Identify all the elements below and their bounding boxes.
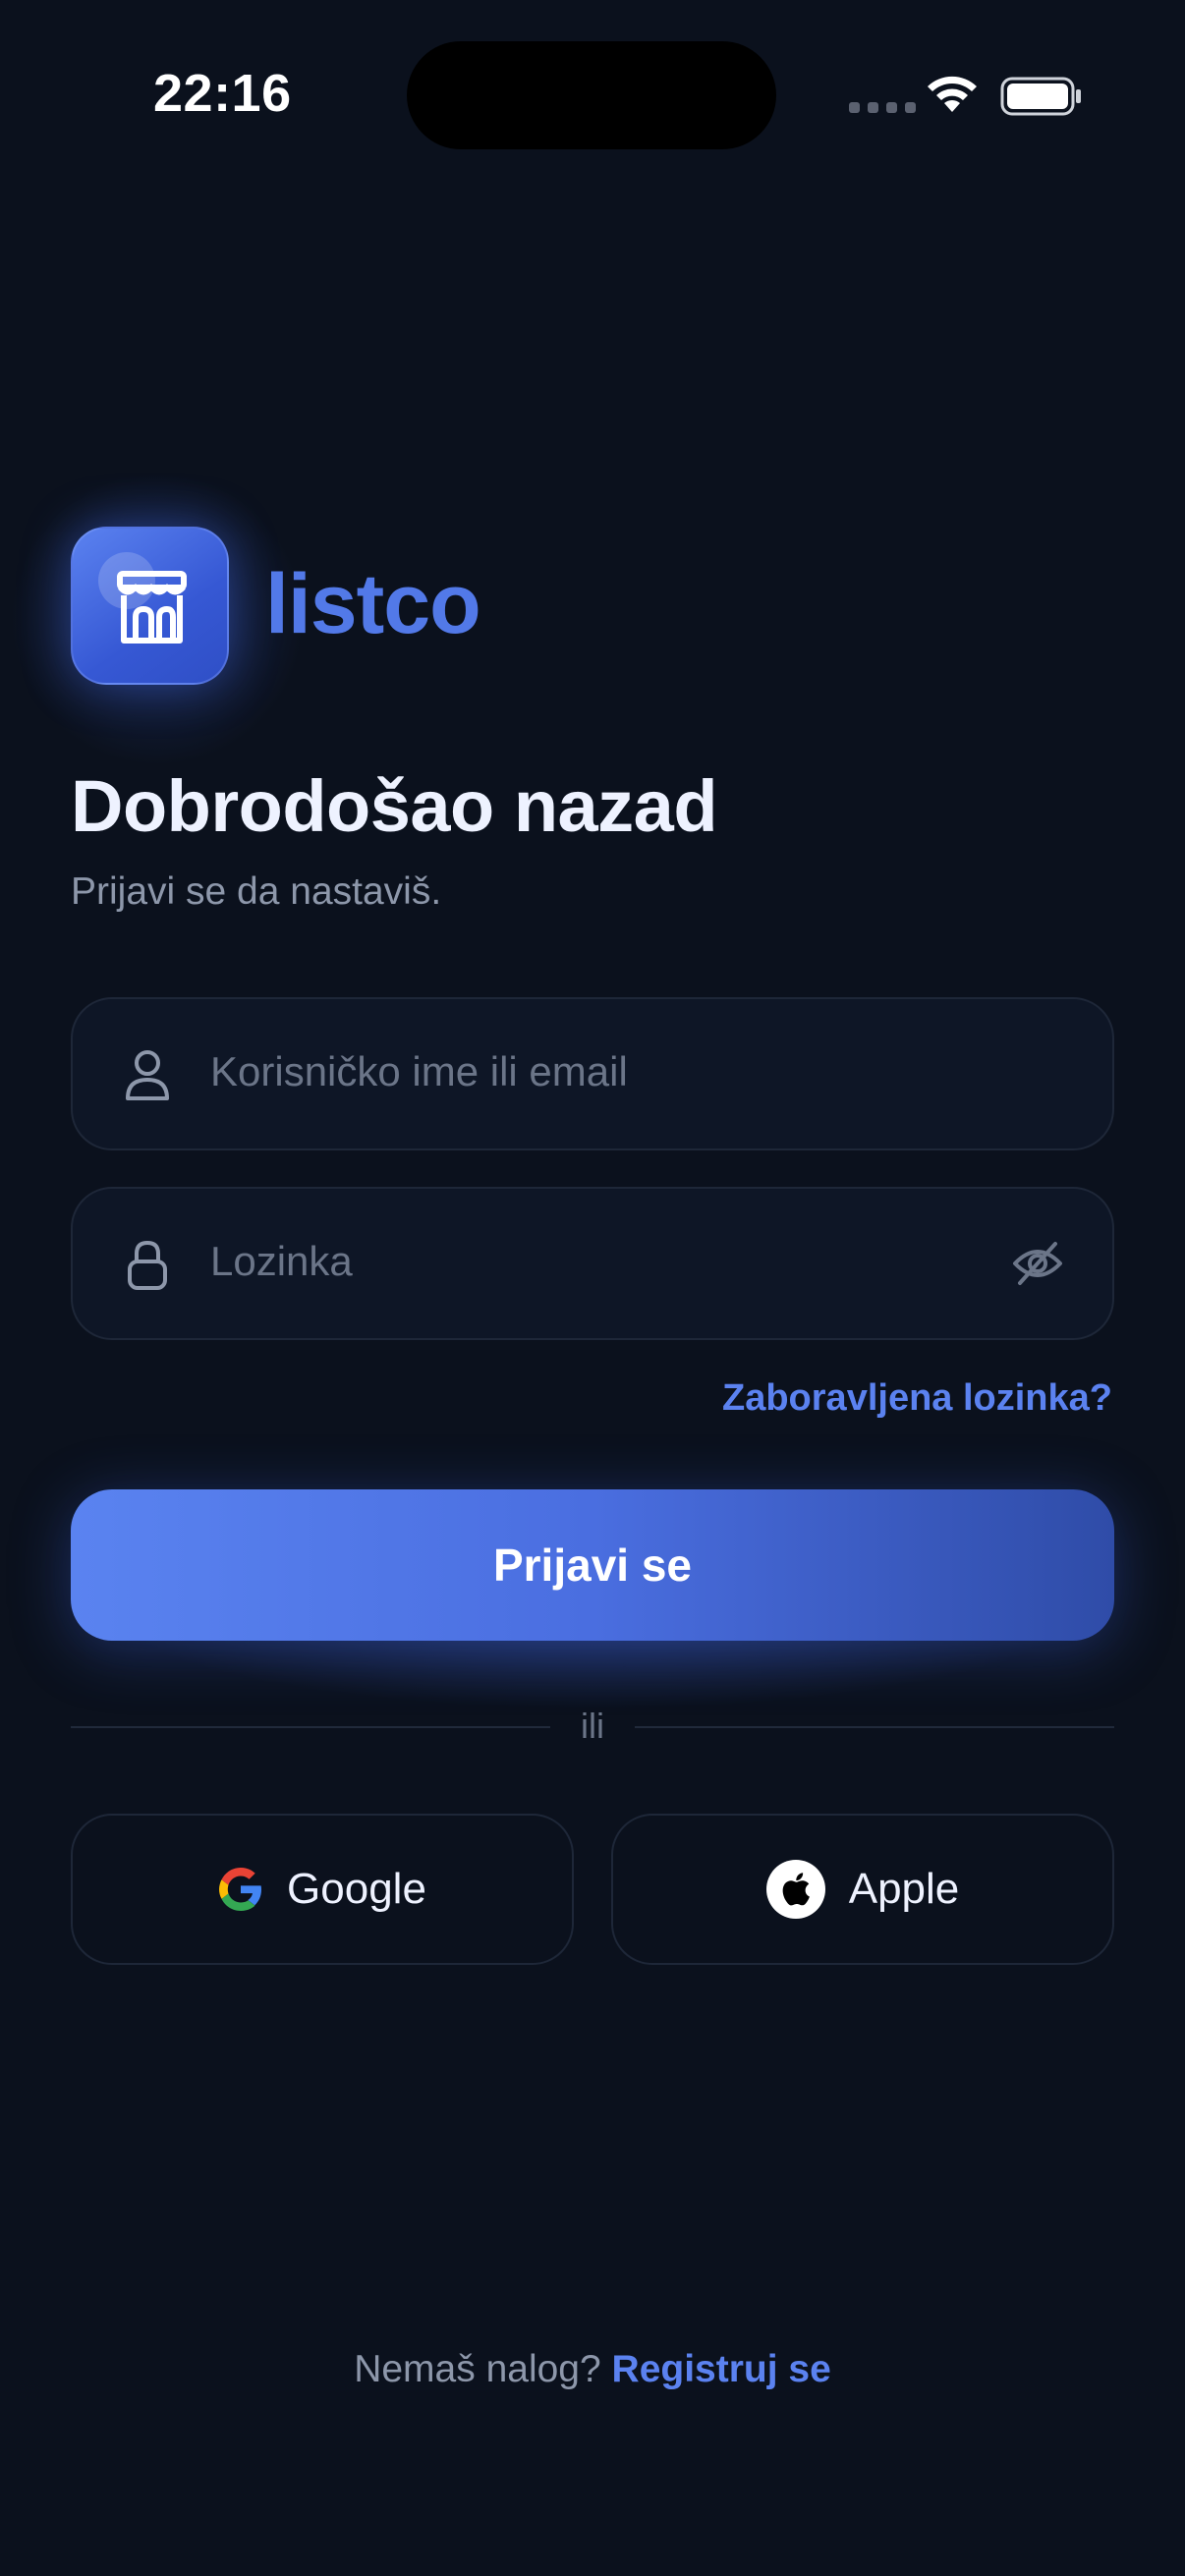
- login-button[interactable]: Prijavi se: [71, 1489, 1114, 1641]
- user-icon: [126, 1050, 169, 1100]
- cellular-signal-icon: [849, 102, 916, 113]
- dynamic-island: [407, 41, 776, 149]
- status-time: 22:16: [153, 64, 292, 123]
- page-subtitle: Prijavi se da nastaviš.: [71, 870, 442, 913]
- divider-line-right: [635, 1726, 1114, 1728]
- battery-icon: [1000, 77, 1081, 116]
- password-placeholder[interactable]: Lozinka: [210, 1238, 353, 1285]
- username-placeholder[interactable]: Korisničko ime ili email: [210, 1048, 628, 1095]
- apple-login-button[interactable]: Apple: [611, 1814, 1114, 1965]
- apple-login-label: Apple: [848, 1865, 960, 1913]
- login-screen: 22:16 listco Dobrodošao nazad Prijavi se…: [0, 0, 1185, 2576]
- lock-icon: [128, 1240, 167, 1290]
- apple-icon: [765, 1860, 825, 1919]
- register-prompt-text: Nemaš nalog?: [354, 2348, 601, 2390]
- eye-off-icon[interactable]: [1012, 1240, 1063, 1287]
- brand-name: listco: [265, 557, 481, 651]
- divider-line-left: [71, 1726, 550, 1728]
- google-login-button[interactable]: Google: [71, 1814, 574, 1965]
- divider-label: ili: [581, 1706, 604, 1746]
- wifi-icon: [928, 76, 977, 112]
- register-prompt: Nemaš nalog? Registruj se: [0, 2348, 1185, 2391]
- storefront-icon: [117, 571, 187, 644]
- password-field[interactable]: Lozinka: [71, 1187, 1114, 1340]
- register-link[interactable]: Registruj se: [612, 2348, 831, 2390]
- forgot-password-link[interactable]: Zaboravljena lozinka?: [722, 1377, 1112, 1420]
- page-title: Dobrodošao nazad: [71, 765, 718, 847]
- google-icon: [219, 1868, 262, 1911]
- google-login-label: Google: [287, 1865, 426, 1913]
- username-field[interactable]: Korisničko ime ili email: [71, 997, 1114, 1150]
- app-logo: [71, 527, 229, 685]
